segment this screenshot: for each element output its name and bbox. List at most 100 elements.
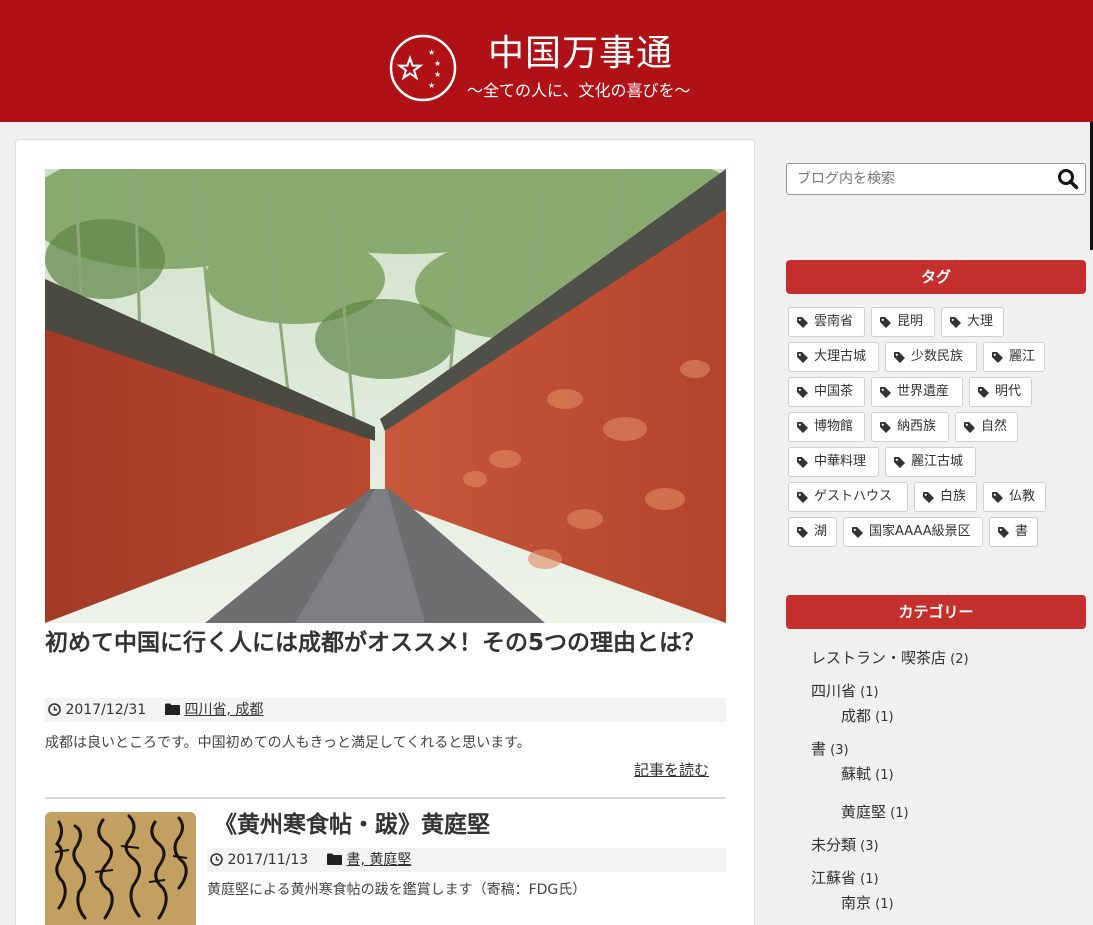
tag-link[interactable]: 麗江古城: [885, 447, 976, 477]
category-label[interactable]: 蘇軾: [841, 765, 871, 783]
post-date-text: 2017/12/31: [65, 702, 147, 718]
category-item[interactable]: 黄庭堅 (1): [841, 802, 909, 824]
category-count: (1): [886, 806, 909, 821]
svg-text:★: ★: [434, 59, 441, 68]
category-item[interactable]: 未分類 (3): [811, 835, 879, 857]
category-label[interactable]: 書: [811, 740, 826, 758]
category-count: (2): [946, 652, 969, 667]
category-item[interactable]: 江蘇省 (1): [811, 868, 879, 890]
tag-link[interactable]: 湖: [788, 517, 837, 547]
category-item[interactable]: 四川省 (1): [811, 681, 879, 703]
category-count: (3): [826, 743, 849, 758]
tag-label: 昆明: [897, 314, 924, 329]
post-meta-2: 2017/11/13 書, 黄庭堅: [207, 848, 726, 872]
search-box: [786, 163, 1086, 195]
svg-text:★: ★: [428, 81, 435, 90]
post-excerpt-2: 黄庭堅による黄州寒食帖の跋を鑑賞します（寄稿：FDG氏）: [207, 882, 587, 898]
category-item[interactable]: 南京 (1): [841, 893, 894, 915]
category-item[interactable]: 書 (3): [811, 739, 849, 761]
tag-label: 仏教: [1009, 489, 1036, 504]
tag-label: 麗江: [1009, 349, 1036, 364]
tag-link[interactable]: 納西族: [871, 412, 949, 442]
svg-text:★: ★: [434, 70, 441, 79]
category-count: (1): [871, 768, 894, 783]
post-thumbnail[interactable]: [45, 812, 196, 925]
tag-label: 白族: [940, 489, 967, 504]
tag-link[interactable]: 少数民族: [885, 342, 977, 372]
category-count: (1): [856, 685, 879, 700]
tag-label: 明代: [995, 384, 1022, 399]
tag-label: 麗江古城: [911, 454, 964, 469]
read-more-link[interactable]: 記事を読む: [634, 760, 709, 780]
tag-label: 雲南省: [814, 314, 854, 329]
tag-link[interactable]: 世界遺産: [871, 377, 963, 407]
post-categories-2: 書, 黄庭堅: [327, 848, 411, 872]
category-label[interactable]: レストラン・喫茶店: [811, 649, 946, 667]
category-item[interactable]: 蘇軾 (1): [841, 764, 894, 786]
post-category-links[interactable]: 四川省, 成都: [184, 702, 263, 718]
tag-label: 中国茶: [814, 384, 854, 399]
tag-label: 納西族: [897, 419, 937, 434]
post-date: 2017/12/31: [48, 698, 146, 722]
category-count: (1): [856, 872, 879, 887]
featured-image[interactable]: [45, 169, 726, 623]
tag-link[interactable]: 昆明: [871, 307, 935, 337]
category-label[interactable]: 江蘇省: [811, 869, 856, 887]
tag-link[interactable]: ゲストハウス: [788, 482, 908, 512]
tag-link[interactable]: 国家AAAA級景区: [843, 517, 983, 547]
tags-heading: タグ: [786, 260, 1086, 294]
post-divider: [45, 797, 726, 799]
category-label[interactable]: 成都: [841, 707, 871, 725]
tag-link[interactable]: 中華料理: [788, 447, 879, 477]
tag-link[interactable]: 明代: [969, 377, 1032, 407]
clock-icon: [48, 703, 61, 716]
search-icon[interactable]: [1057, 168, 1079, 190]
tag-link[interactable]: 白族: [914, 482, 977, 512]
site-header: ★ ★ ★ ★ 中国万事通 〜全ての人に、文化の喜びを〜: [0, 0, 1093, 122]
category-label[interactable]: 四川省: [811, 682, 856, 700]
tag-label: 自然: [981, 419, 1008, 434]
category-count: (1): [871, 897, 894, 912]
tag-label: 世界遺産: [897, 384, 950, 399]
tag-label: 湖: [814, 524, 828, 539]
svg-text:★: ★: [428, 48, 435, 57]
tag-label: 書: [1015, 524, 1029, 539]
tag-link[interactable]: 麗江: [983, 342, 1045, 372]
tag-label: 国家AAAA級景区: [869, 524, 971, 539]
tag-link[interactable]: 博物館: [788, 412, 865, 442]
site-tagline: 〜全ての人に、文化の喜びを〜: [467, 81, 691, 100]
post-date-text-2: 2017/11/13: [227, 852, 309, 868]
tag-link[interactable]: 自然: [955, 412, 1018, 442]
post-excerpt: 成都は良いところです。中国初めての人もきっと満足してくれると思います。: [45, 735, 531, 751]
category-label[interactable]: 未分類: [811, 836, 856, 854]
tag-label: 博物館: [814, 419, 854, 434]
category-label[interactable]: 南京: [841, 894, 871, 912]
folder-icon: [327, 853, 342, 865]
folder-icon: [165, 703, 180, 715]
tag-link[interactable]: 書: [989, 517, 1038, 547]
post-title-2[interactable]: 《黄州寒食帖・跋》黄庭堅: [214, 809, 490, 841]
clock-icon: [210, 853, 223, 866]
tag-label: 少数民族: [911, 349, 964, 364]
site-title[interactable]: 中国万事通: [488, 33, 673, 75]
post-meta: 2017/12/31 四川省, 成都: [45, 698, 726, 722]
star-ring-icon[interactable]: ★ ★ ★ ★: [388, 34, 458, 102]
category-item[interactable]: レストラン・喫茶店 (2): [811, 648, 969, 670]
post-categories: 四川省, 成都: [165, 698, 263, 722]
tag-link[interactable]: 中国茶: [788, 377, 865, 407]
tag-label: 大理古城: [814, 349, 867, 364]
category-item[interactable]: 成都 (1): [841, 706, 894, 728]
tag-link[interactable]: 大理古城: [788, 342, 879, 372]
category-label[interactable]: 黄庭堅: [841, 803, 886, 821]
tag-label: 中華料理: [814, 454, 867, 469]
category-count: (3): [856, 839, 879, 854]
search-input[interactable]: [797, 168, 1047, 190]
tag-link[interactable]: 雲南省: [788, 307, 865, 337]
category-count: (1): [871, 710, 894, 725]
tag-label: ゲストハウス: [814, 489, 893, 504]
tag-link[interactable]: 大理: [941, 307, 1004, 337]
categories-heading: カテゴリー: [786, 595, 1086, 629]
post-category-links-2[interactable]: 書, 黄庭堅: [346, 852, 411, 868]
tag-link[interactable]: 仏教: [983, 482, 1046, 512]
post-title[interactable]: 初めて中国に行く人には成都がオススメ！その5つの理由とは？: [45, 628, 715, 659]
